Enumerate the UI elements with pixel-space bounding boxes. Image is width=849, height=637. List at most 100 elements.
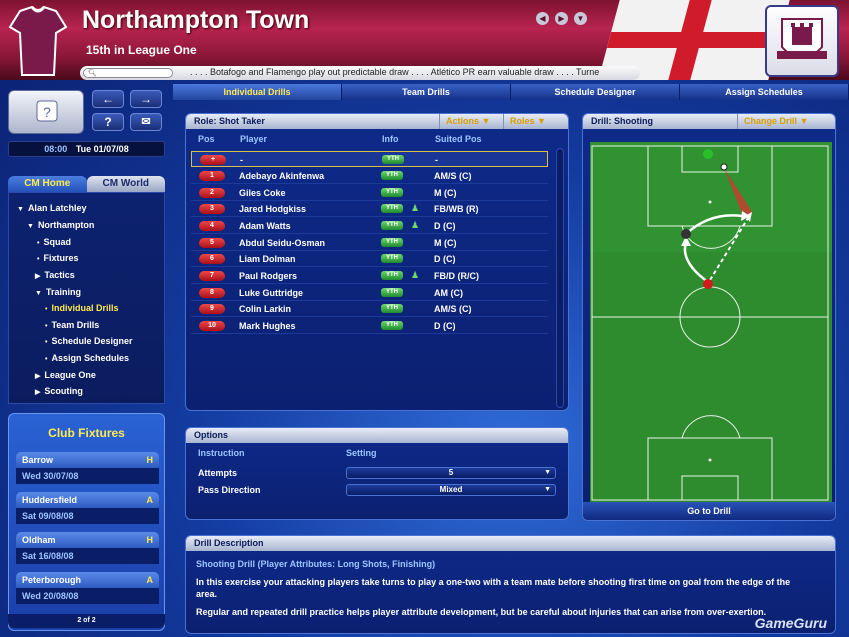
setting-header: Setting — [346, 448, 377, 458]
tree-item-training[interactable]: ▼ Training — [35, 287, 81, 297]
fixture-date: Sat 09/08/08 — [16, 508, 159, 524]
column-header-player[interactable]: Player — [240, 134, 267, 144]
forward-arrow-icon[interactable]: ▶ — [555, 12, 568, 25]
news-ticker: 🔍︎ . . . . Botafogo and Flamengo play ou… — [80, 66, 640, 80]
sidebar-tabs: CM Home CM World — [8, 176, 165, 192]
watermark-logo: GameGuru — [754, 615, 827, 631]
fixture-venue: A — [146, 495, 154, 505]
fixtures-pager[interactable]: 2 of 2 — [8, 614, 165, 628]
go-to-drill-button[interactable]: Go to Drill — [583, 502, 835, 520]
suited-position: FB/WB (R) — [434, 204, 479, 214]
table-row[interactable]: 8 Luke Guttridge YTH AM (C) — [191, 285, 548, 301]
crest-castle-icon — [777, 18, 827, 59]
youth-badge: YTH — [381, 288, 403, 297]
suited-position: - — [435, 155, 438, 165]
attempts-select[interactable]: 5 ▼ — [346, 467, 556, 479]
youth-badge: YTH — [381, 171, 403, 180]
drill-subtitle: Shooting Drill (Player Attributes: Long … — [196, 559, 436, 569]
main-tabs: Individual Drills Team Drills Schedule D… — [173, 84, 849, 100]
mail-icon[interactable]: ✉ — [130, 113, 162, 131]
fixture-venue: H — [146, 535, 154, 545]
roles-dropdown[interactable]: Roles ▼ — [503, 114, 565, 129]
table-row[interactable]: 7 Paul Rodgers YTH ♟ FB/D (R/C) — [191, 268, 548, 284]
tree-item-squad[interactable]: • Squad — [37, 237, 71, 247]
table-row[interactable]: + - YTH - — [191, 151, 548, 167]
fixture-team: Huddersfield — [22, 495, 78, 505]
fixture-item[interactable]: Barrow H Wed 30/07/08 — [16, 452, 159, 486]
tab-individual-drills[interactable]: Individual Drills — [173, 84, 342, 100]
tab-schedule-designer[interactable]: Schedule Designer — [511, 84, 680, 100]
column-header-pos[interactable]: Pos — [198, 134, 215, 144]
table-scrollbar[interactable] — [556, 148, 564, 408]
suited-position: D (C) — [434, 254, 456, 264]
tree-item-schedule-designer[interactable]: • Schedule Designer — [45, 336, 132, 346]
pass-direction-select[interactable]: Mixed ▼ — [346, 484, 556, 496]
table-row[interactable]: 3 Jared Hodgkiss YTH ♟ FB/WB (R) — [191, 201, 548, 217]
tree-item-manager[interactable]: ▼ Alan Latchley — [17, 203, 86, 213]
back-arrow-icon[interactable]: ◀ — [536, 12, 549, 25]
team-shirt-icon — [8, 5, 68, 76]
suited-position: FB/D (R/C) — [434, 271, 479, 281]
tree-item-individual-drills[interactable]: • Individual Drills — [45, 303, 118, 313]
tab-team-drills[interactable]: Team Drills — [342, 84, 511, 100]
sidebar-buttons: ? ← → ? ✉ — [8, 90, 165, 134]
role-panel: Role: Shot Taker Actions ▼ Roles ▼ Pos P… — [185, 113, 569, 411]
manager-home-button[interactable]: ? — [8, 90, 84, 134]
game-clock: 08:00 Tue 01/07/08 — [8, 141, 165, 157]
table-row[interactable]: 9 Colin Larkin YTH AM/S (C) — [191, 301, 548, 317]
suited-position: M (C) — [434, 188, 457, 198]
tree-item-team-drills[interactable]: • Team Drills — [45, 320, 99, 330]
tab-assign-schedules[interactable]: Assign Schedules — [680, 84, 849, 100]
suited-position: M (C) — [434, 238, 457, 248]
tree-item-tactics[interactable]: ▶ Tactics — [35, 270, 75, 280]
table-row[interactable]: 10 Mark Hughes YTH D (C) — [191, 318, 548, 334]
tab-cm-home[interactable]: CM Home — [8, 176, 87, 192]
position-badge: 1 — [199, 171, 225, 181]
header-navigation: ◀ ▶ ▼ — [536, 12, 587, 25]
fixture-team: Oldham — [22, 535, 56, 545]
drill-title: Drill: Shooting — [591, 116, 653, 126]
table-row[interactable]: 2 Giles Coke YTH M (C) — [191, 185, 548, 201]
tree-item-league[interactable]: ▶ League One — [35, 370, 96, 380]
pager-label: 2 of 2 — [77, 617, 96, 624]
back-button[interactable]: ← — [92, 90, 124, 108]
table-row[interactable]: 6 Liam Dolman YTH D (C) — [191, 251, 548, 267]
column-header-info[interactable]: Info — [382, 134, 399, 144]
position-badge: 2 — [199, 188, 225, 198]
tree-item-fixtures[interactable]: • Fixtures — [37, 253, 78, 263]
table-row[interactable]: 5 Abdul Seidu-Osman YTH M (C) — [191, 235, 548, 251]
search-input[interactable]: 🔍︎ — [83, 68, 173, 78]
instruction-header: Instruction — [198, 448, 245, 458]
player-name: Paul Rodgers — [239, 271, 298, 281]
fixture-item[interactable]: Peterborough A Wed 20/08/08 — [16, 572, 159, 606]
player-name: Liam Dolman — [239, 254, 296, 264]
fixture-item[interactable]: Huddersfield A Sat 09/08/08 — [16, 492, 159, 526]
league-position: 15th in League One — [86, 43, 197, 57]
pitch-diagram — [590, 142, 832, 502]
improving-icon: ♟ — [411, 270, 420, 280]
navigation-tree: ▼ Alan Latchley ▼ Northampton • Squad • Fixt… — [8, 192, 165, 404]
tree-item-scouting[interactable]: ▶ Scouting — [35, 386, 83, 396]
position-badge: 3 — [199, 204, 225, 214]
table-row[interactable]: 4 Adam Watts YTH ♟ D (C) — [191, 218, 548, 234]
help-button[interactable]: ? — [92, 113, 124, 131]
fixture-item[interactable]: Oldham H Sat 16/08/08 — [16, 532, 159, 566]
club-crest[interactable] — [765, 5, 839, 77]
fixture-date: Sat 16/08/08 — [16, 548, 159, 564]
dropdown-icon[interactable]: ▼ — [574, 12, 587, 25]
actions-dropdown[interactable]: Actions ▼ — [439, 114, 497, 129]
clock-date: Tue 01/07/08 — [75, 144, 129, 154]
change-drill-dropdown[interactable]: Change Drill ▼ — [737, 114, 832, 129]
column-header-suited-pos[interactable]: Suited Pos — [435, 134, 482, 144]
fixture-date: Wed 30/07/08 — [16, 468, 159, 484]
tree-item-assign-schedules[interactable]: • Assign Schedules — [45, 353, 129, 363]
player-name: Adebayo Akinfenwa — [239, 171, 325, 181]
description-title: Drill Description — [186, 536, 835, 551]
player-name: Colin Larkin — [239, 304, 292, 314]
player-name: Luke Guttridge — [239, 288, 304, 298]
player-name: - — [240, 155, 243, 165]
tree-item-club[interactable]: ▼ Northampton — [27, 220, 94, 230]
forward-button[interactable]: → — [130, 90, 162, 108]
table-row[interactable]: 1 Adebayo Akinfenwa YTH AM/S (C) — [191, 168, 548, 184]
tab-cm-world[interactable]: CM World — [86, 176, 165, 192]
